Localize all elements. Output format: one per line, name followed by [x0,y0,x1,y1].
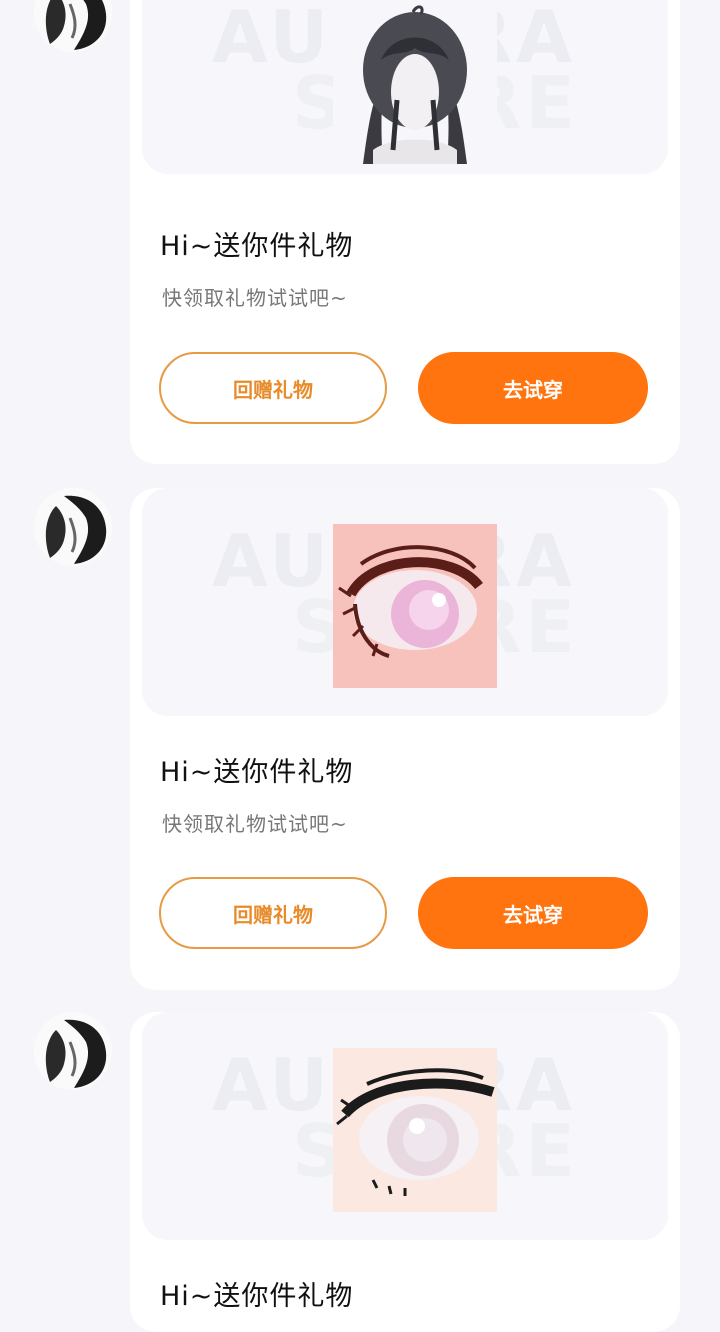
gift-preview: AURORASTORE [142,488,668,716]
hair-icon [333,0,497,164]
gift-title: Hi~送你件礼物 [160,757,354,788]
gift-card: AURORASTORE Hi~送你件礼物 快领取礼物试试吧~ 回赠礼物 去试穿 [130,488,680,990]
try-on-button[interactable]: 去试穿 [418,877,648,949]
gift-title: Hi~送你件礼物 [160,231,354,262]
gift-subtitle: 快领取礼物试试吧~ [162,812,348,836]
eye-light-icon [333,1048,497,1212]
eye-pink-icon [333,524,497,688]
gift-preview: AURORASTORE [142,0,668,174]
return-gift-button[interactable]: 回赠礼物 [159,352,387,424]
gift-card: AURORASTORE Hi~送你件礼物 [130,1012,680,1332]
return-gift-button[interactable]: 回赠礼物 [159,877,387,949]
avatar[interactable] [34,1012,112,1090]
avatar-image-icon [34,488,112,566]
gift-card: AURORASTORE Hi~送你件礼物 快领取礼物试试吧~ 回赠礼物 去试穿 [130,0,680,464]
avatar-image-icon [34,1012,112,1090]
avatar[interactable] [34,0,112,52]
avatar[interactable] [34,488,112,566]
gift-preview: AURORASTORE [142,1012,668,1240]
avatar-image-icon [34,0,112,52]
gift-subtitle: 快领取礼物试试吧~ [162,286,348,310]
gift-title: Hi~送你件礼物 [160,1281,354,1312]
try-on-button[interactable]: 去试穿 [418,352,648,424]
